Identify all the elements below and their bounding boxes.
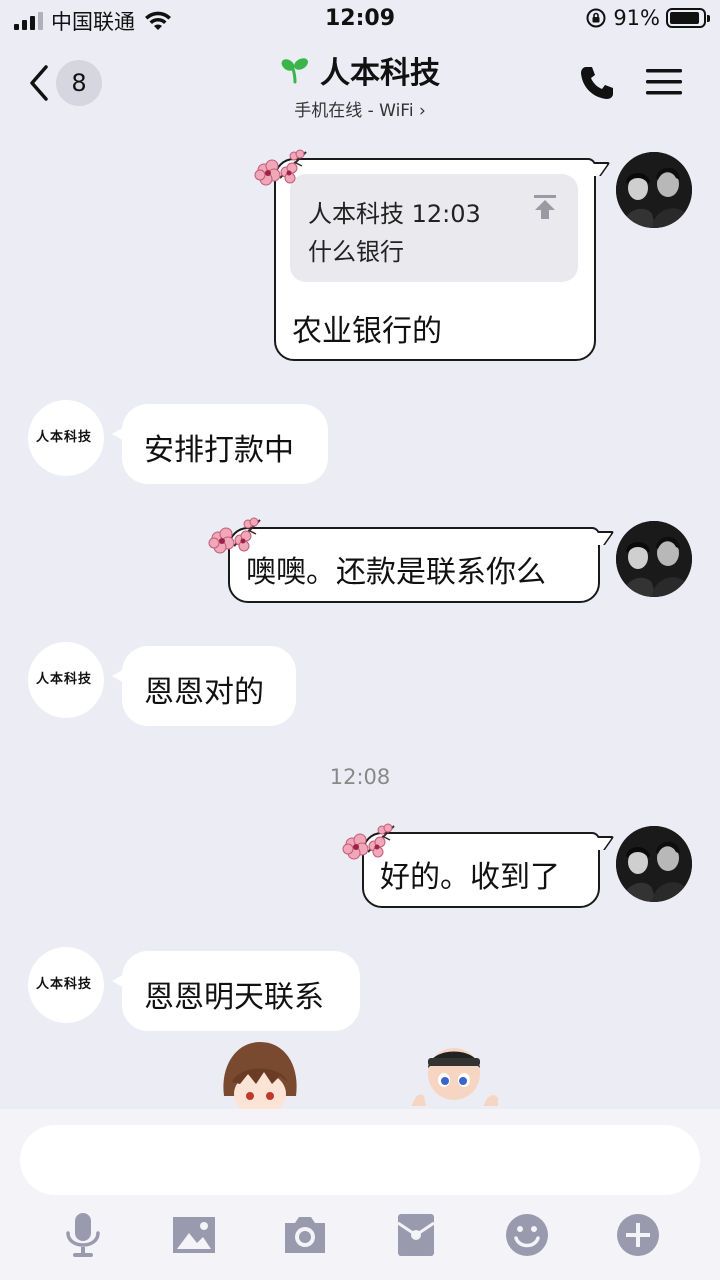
quote-header: 人本科技 12:03	[308, 200, 481, 228]
my-avatar[interactable]	[616, 152, 692, 228]
cartoon-boy-sticker[interactable]	[408, 1040, 504, 1109]
contact-avatar[interactable]: 人本科技	[28, 947, 104, 1023]
status-right: 91%	[585, 6, 710, 30]
sprout-icon	[281, 58, 308, 84]
flower-decoration-icon	[208, 517, 261, 554]
flower-decoration-icon	[342, 823, 395, 860]
chat-header: 8 人本科技 手机在线 - WiFi ›	[0, 40, 720, 124]
quote-text: 什么银行	[308, 238, 404, 266]
quoted-message[interactable]: 人本科技 12:03 什么银行	[290, 174, 578, 282]
status-bar: 中国联通 12:09 91%	[0, 0, 720, 40]
my-avatar[interactable]	[616, 826, 692, 902]
avatar-photo	[616, 152, 692, 228]
message-text: 恩恩对的	[144, 675, 264, 710]
rotation-lock-icon	[586, 8, 606, 28]
company-logo-text: 人本科技	[36, 977, 93, 992]
compose-bar	[0, 1109, 720, 1280]
battery-percent: 91%	[613, 6, 660, 30]
phone-call-icon[interactable]	[578, 64, 616, 102]
microphone-icon[interactable]	[59, 1211, 107, 1259]
message-bubble-outgoing[interactable]: 人本科技 12:03 什么银行 农业银行的	[274, 158, 596, 361]
battery-icon	[666, 8, 710, 28]
image-icon[interactable]	[170, 1211, 218, 1259]
red-packet-icon[interactable]	[392, 1211, 440, 1259]
message-text: 农业银行的	[292, 314, 442, 349]
plus-icon[interactable]	[614, 1211, 662, 1259]
message-bubble-incoming[interactable]: 恩恩对的	[112, 646, 296, 726]
contact-avatar[interactable]: 人本科技	[28, 400, 104, 476]
message-list[interactable]: 人本科技 12:03 什么银行 农业银行的 人本科技 安排打款中 噢噢。还款是联…	[0, 124, 720, 1109]
message-timestamp: 12:08	[329, 765, 391, 789]
contact-avatar[interactable]: 人本科技	[28, 642, 104, 718]
camera-icon[interactable]	[281, 1211, 329, 1259]
message-bubble-incoming[interactable]: 安排打款中	[112, 404, 328, 484]
avatar-photo	[616, 826, 692, 902]
my-avatar[interactable]	[616, 521, 692, 597]
company-logo-text: 人本科技	[36, 430, 93, 445]
message-text: 好的。收到了	[380, 860, 560, 895]
message-input[interactable]	[20, 1125, 700, 1195]
avatar-photo	[616, 521, 692, 597]
message-text: 安排打款中	[144, 433, 294, 468]
message-bubble-outgoing[interactable]: 噢噢。还款是联系你么	[228, 527, 600, 603]
compose-toolbar	[0, 1211, 720, 1271]
message-bubble-incoming[interactable]: 恩恩明天联系	[112, 951, 360, 1031]
message-text: 恩恩明天联系	[144, 980, 324, 1015]
anime-character-sticker[interactable]	[218, 1036, 302, 1109]
chat-title: 人本科技	[320, 56, 440, 91]
message-text: 噢噢。还款是联系你么	[246, 555, 546, 590]
jump-to-top-icon[interactable]	[530, 192, 560, 222]
flower-decoration-icon	[254, 149, 307, 186]
menu-icon[interactable]	[646, 66, 682, 98]
emoji-icon[interactable]	[503, 1211, 551, 1259]
company-logo-text: 人本科技	[36, 672, 93, 687]
